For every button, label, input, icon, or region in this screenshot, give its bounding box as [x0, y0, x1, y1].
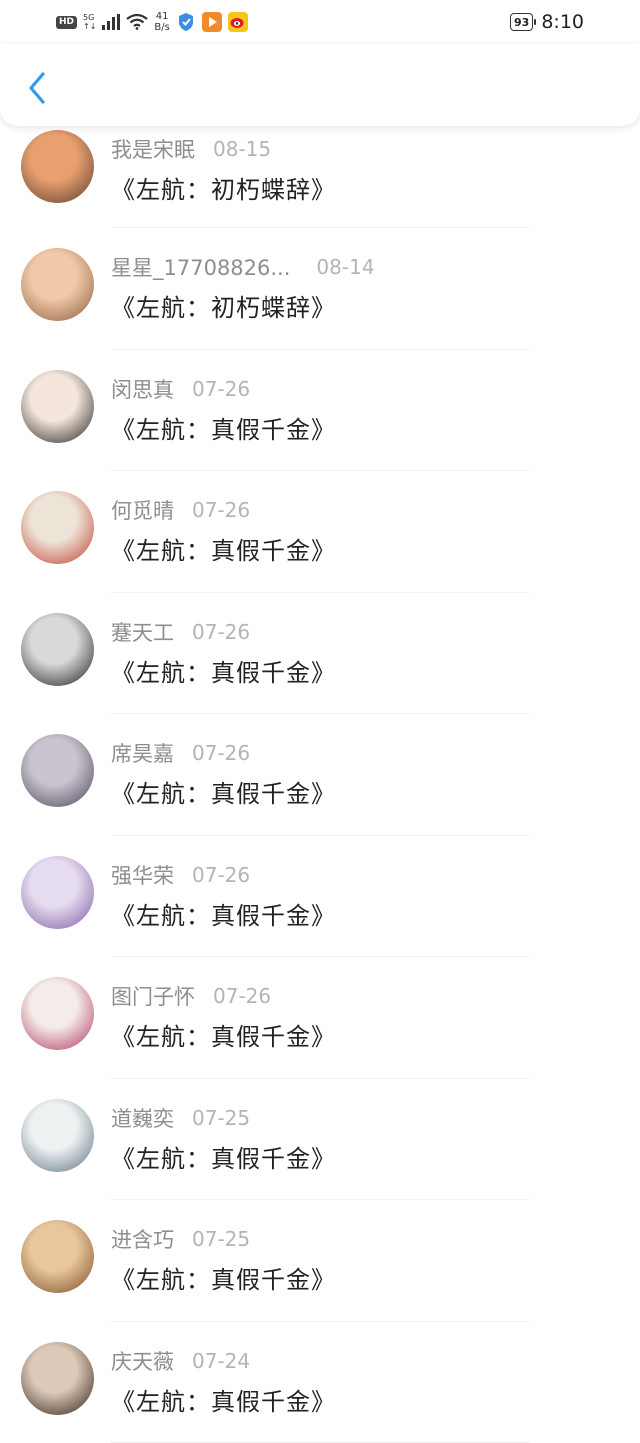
book-title[interactable]: 《左航：真假千金》	[111, 1260, 336, 1295]
list-item[interactable]: 进含巧 07-25 《左航：真假千金》	[0, 1200, 640, 1322]
user-name[interactable]: 图门子怀	[111, 981, 195, 1011]
post-date: 07-26	[192, 863, 250, 887]
list-item[interactable]: 闵思真 07-26 《左航：真假千金》	[0, 350, 640, 472]
user-name[interactable]: 蹇天工	[111, 617, 174, 647]
user-name[interactable]: 进含巧	[111, 1224, 174, 1254]
avatar[interactable]	[21, 856, 94, 929]
avatar[interactable]	[21, 130, 94, 203]
weibo-app-icon	[228, 12, 248, 32]
user-name[interactable]: 道巍奕	[111, 1103, 174, 1133]
clock: 8:10	[541, 11, 584, 33]
avatar[interactable]	[21, 1220, 94, 1293]
post-date: 07-25	[192, 1106, 250, 1130]
avatar[interactable]	[21, 613, 94, 686]
post-date: 07-26	[192, 498, 250, 522]
name-row: 何觅晴 07-26	[111, 495, 250, 525]
name-row: 庆天薇 07-24	[111, 1346, 250, 1376]
name-row: 图门子怀 07-26	[111, 981, 271, 1011]
top-nav-bar	[0, 44, 640, 126]
list-item[interactable]: 蹇天工 07-26 《左航：真假千金》	[0, 593, 640, 715]
network-speed: 41 B/s	[154, 11, 169, 33]
avatar[interactable]	[21, 370, 94, 443]
chevron-left-icon	[27, 71, 47, 105]
status-left: HD 5G ↑↓ 41 B/s	[56, 11, 248, 33]
avatar[interactable]	[21, 734, 94, 807]
user-name[interactable]: 庆天薇	[111, 1346, 174, 1376]
book-title[interactable]: 《左航：真假千金》	[111, 410, 336, 445]
list-item[interactable]: 道巍奕 07-25 《左航：真假千金》	[0, 1079, 640, 1201]
name-row: 进含巧 07-25	[111, 1224, 250, 1254]
avatar[interactable]	[21, 491, 94, 564]
list-item[interactable]: 我是宋眠 08-15 《左航：初朽蝶辞》	[0, 110, 640, 228]
wifi-icon	[126, 14, 148, 30]
network-speed-unit: B/s	[154, 22, 169, 33]
book-title[interactable]: 《左航：初朽蝶辞》	[111, 170, 336, 205]
list-item[interactable]: 席昊嘉 07-26 《左航：真假千金》	[0, 714, 640, 836]
list-item[interactable]: 何觅晴 07-26 《左航：真假千金》	[0, 471, 640, 593]
name-row: 星星_17708826... 08-14	[111, 252, 375, 282]
status-right: 93 8:10	[510, 11, 584, 33]
post-date: 07-24	[192, 1349, 250, 1373]
book-title[interactable]: 《左航：真假千金》	[111, 653, 336, 688]
avatar[interactable]	[21, 1342, 94, 1415]
book-title[interactable]: 《左航：真假千金》	[111, 1139, 336, 1174]
name-row: 强华荣 07-26	[111, 860, 250, 890]
post-date: 07-26	[192, 620, 250, 644]
reader-list: 我是宋眠08-15《左航：初朽蝶辞》星星_17708826...08-14《左航…	[0, 110, 640, 1443]
list-item[interactable]: 星星_17708826... 08-14 《左航：初朽蝶辞》	[0, 228, 640, 350]
hd-badge: HD	[56, 16, 77, 29]
avatar[interactable]	[21, 1099, 94, 1172]
name-row: 道巍奕 07-25	[111, 1103, 250, 1133]
post-date: 07-25	[192, 1227, 250, 1251]
avatar[interactable]	[21, 977, 94, 1050]
post-date: 07-26	[192, 377, 250, 401]
book-title[interactable]: 《左航：真假千金》	[111, 1017, 336, 1052]
name-row: 席昊嘉 07-26	[111, 738, 250, 768]
user-name[interactable]: 席昊嘉	[111, 738, 174, 768]
list-item[interactable]: 庆天薇 07-24 《左航：真假千金》	[0, 1322, 640, 1443]
shield-app-icon	[176, 12, 196, 32]
avatar[interactable]	[21, 248, 94, 321]
signal-icon	[102, 14, 120, 30]
user-name[interactable]: 我是宋眠	[111, 134, 195, 164]
network-type: 5G ↑↓	[83, 13, 96, 31]
post-date: 07-26	[192, 741, 250, 765]
book-title[interactable]: 《左航：真假千金》	[111, 896, 336, 931]
book-title[interactable]: 《左航：真假千金》	[111, 774, 336, 809]
back-button[interactable]	[22, 68, 52, 108]
post-date: 08-15	[213, 137, 271, 161]
user-name[interactable]: 闵思真	[111, 374, 174, 404]
book-title[interactable]: 《左航：真假千金》	[111, 531, 336, 566]
video-app-icon	[202, 12, 222, 32]
name-row: 闵思真 07-26	[111, 374, 250, 404]
user-name[interactable]: 何觅晴	[111, 495, 174, 525]
list-item[interactable]: 强华荣 07-26 《左航：真假千金》	[0, 836, 640, 958]
book-title[interactable]: 《左航：初朽蝶辞》	[111, 288, 336, 323]
post-date: 07-26	[213, 984, 271, 1008]
network-speed-value: 41	[156, 11, 169, 22]
list-item[interactable]: 图门子怀 07-26 《左航：真假千金》	[0, 957, 640, 1079]
post-date: 08-14	[316, 255, 374, 279]
network-activity-label: ↑↓	[83, 22, 96, 31]
user-name[interactable]: 强华荣	[111, 860, 174, 890]
book-title[interactable]: 《左航：真假千金》	[111, 1382, 336, 1417]
name-row: 我是宋眠 08-15	[111, 134, 271, 164]
battery-indicator: 93	[510, 13, 533, 31]
network-type-label: 5G	[83, 13, 96, 22]
status-bar: HD 5G ↑↓ 41 B/s 93	[0, 0, 640, 44]
name-row: 蹇天工 07-26	[111, 617, 250, 647]
user-name[interactable]: 星星_17708826...	[111, 252, 290, 282]
